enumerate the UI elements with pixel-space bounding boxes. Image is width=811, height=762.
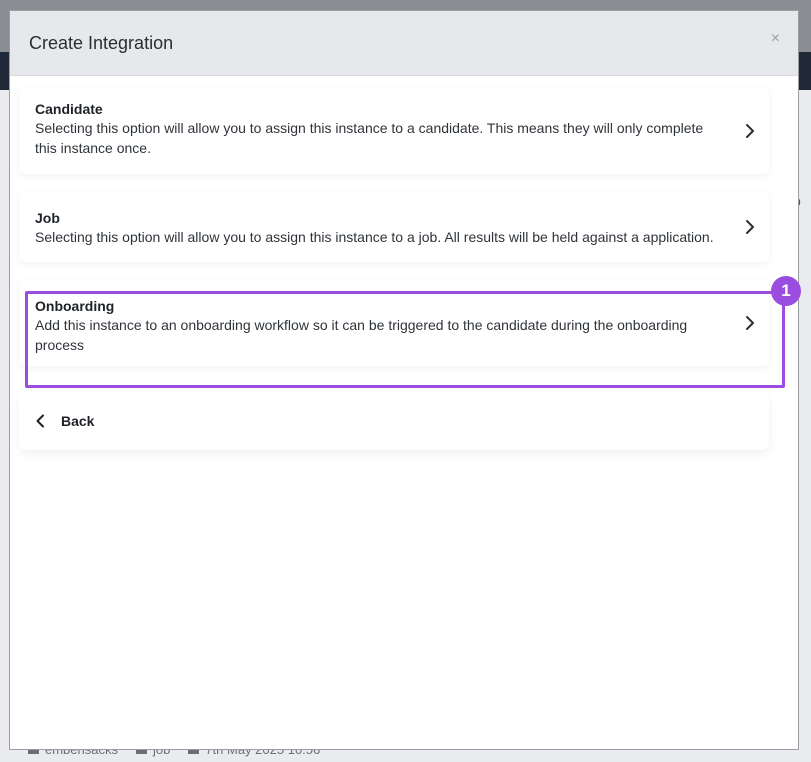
option-onboarding[interactable]: Onboarding Add this instance to an onboa… (19, 280, 769, 366)
option-title: Job (35, 210, 60, 226)
integration-options-list: Candidate Selecting this option will all… (19, 88, 769, 366)
option-title: Candidate (35, 101, 103, 117)
option-description: Add this instance to an onboarding workf… (35, 317, 688, 353)
back-button[interactable]: Back (19, 392, 769, 450)
option-description: Selecting this option will allow you to … (35, 120, 704, 156)
modal-title: Create Integration (29, 32, 174, 53)
modal-header: Create Integration × (10, 11, 798, 76)
close-icon[interactable]: × (771, 31, 780, 47)
option-title: Onboarding (35, 298, 115, 314)
option-description: Selecting this option will allow you to … (35, 229, 714, 245)
option-candidate[interactable]: Candidate Selecting this option will all… (19, 88, 769, 174)
chevron-right-icon (746, 220, 754, 234)
back-label: Back (61, 413, 95, 429)
chevron-right-icon (746, 124, 754, 138)
option-job[interactable]: Job Selecting this option will allow you… (19, 192, 769, 262)
chevron-right-icon (746, 316, 754, 330)
chevron-left-icon (36, 414, 44, 428)
annotation-step-badge: 1 (771, 276, 801, 306)
